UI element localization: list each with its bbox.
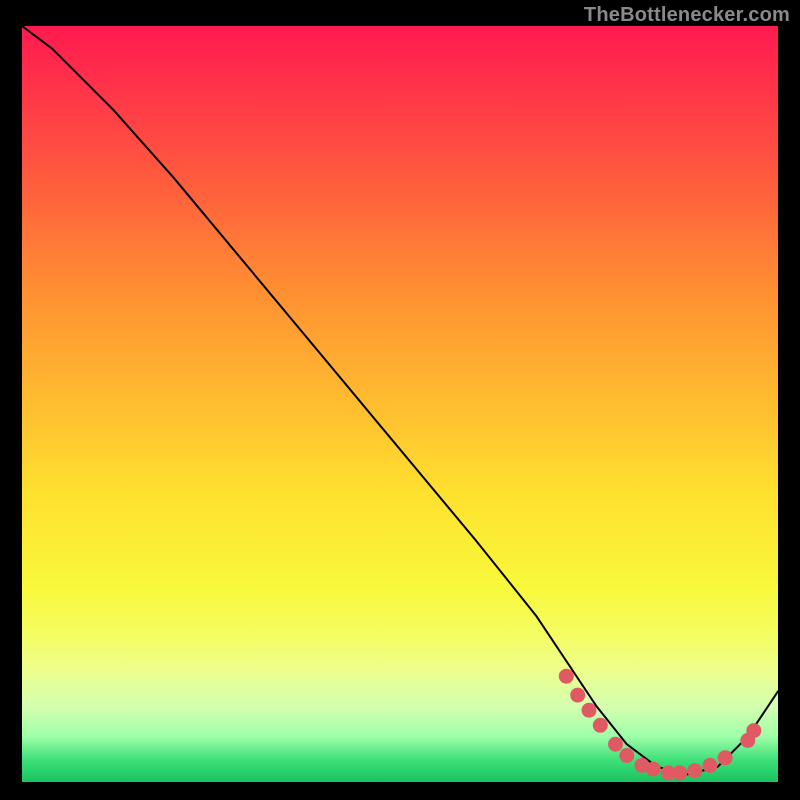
cluster-point [582,703,597,718]
plot-area [22,26,778,782]
cluster-point [718,750,733,765]
cluster-point [593,718,608,733]
cluster-points-group [559,669,762,781]
cluster-point [746,723,761,738]
cluster-point [646,762,661,777]
chart-overlay [22,26,778,782]
bottleneck-curve [22,26,778,774]
chart-container: TheBottlenecker.com [0,0,800,800]
cluster-point [619,748,634,763]
cluster-point [672,765,687,780]
source-attribution: TheBottlenecker.com [584,4,790,27]
cluster-point [703,758,718,773]
cluster-point [687,763,702,778]
cluster-point [608,737,623,752]
cluster-point [570,688,585,703]
cluster-point [559,669,574,684]
